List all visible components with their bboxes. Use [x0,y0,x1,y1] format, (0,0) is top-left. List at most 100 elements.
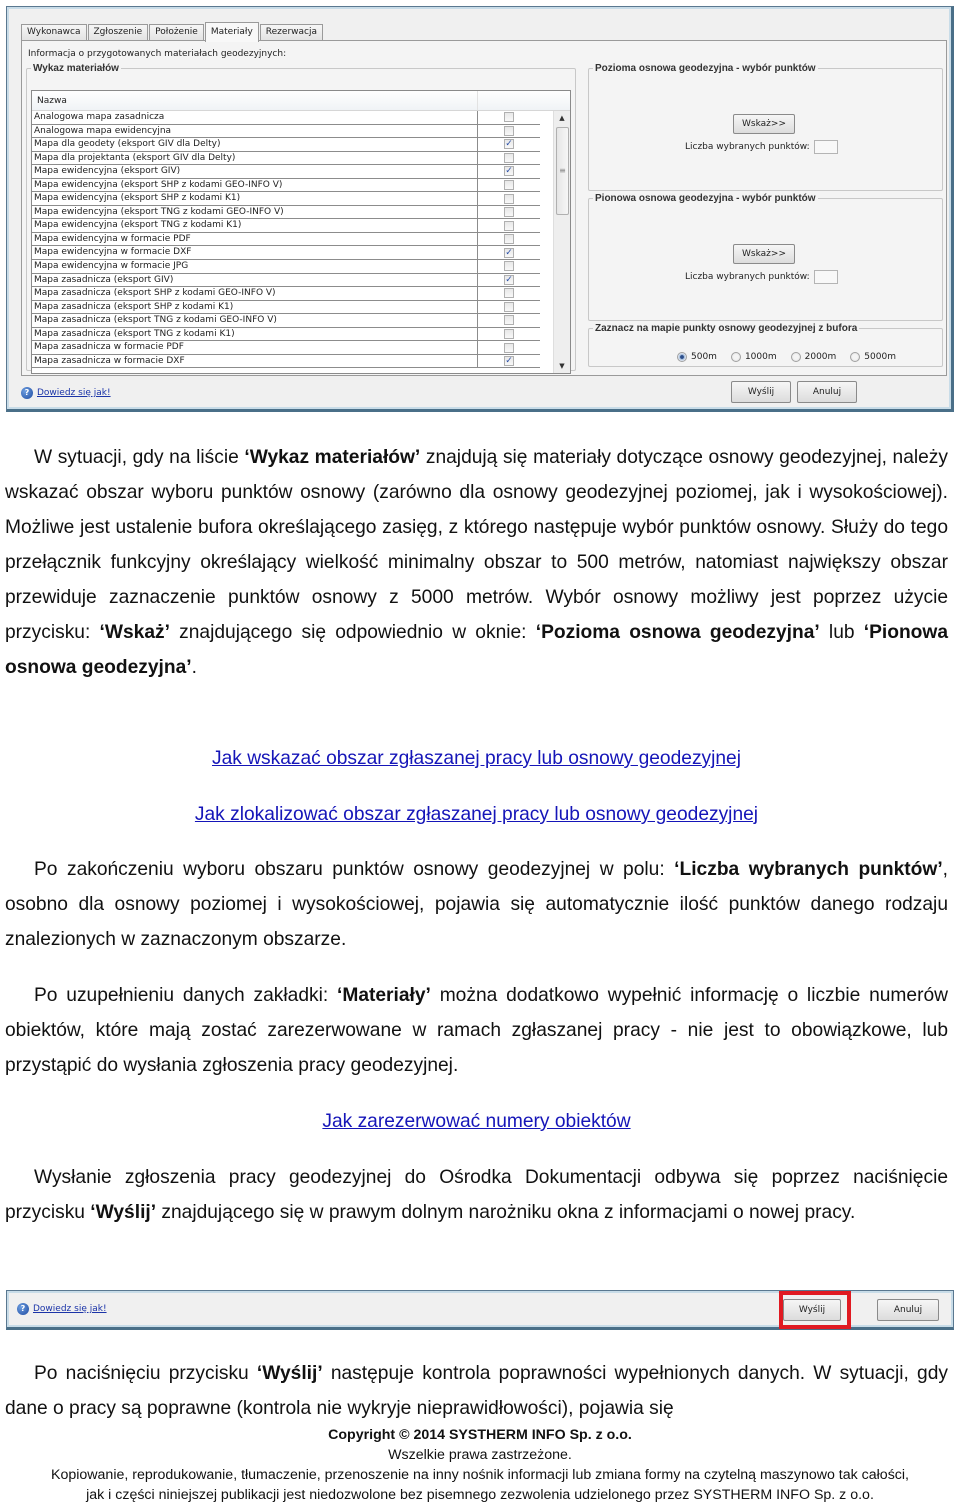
paragraph-validation: Po naciśnięciu przycisku ‘Wyślij’ następ… [5,1363,948,1419]
materials-group-title: Wykaz materiałów [33,63,119,74]
table-row[interactable]: Mapa ewidencyjna w formacie DXF ✓ [32,246,540,261]
bar-help-row: ? Dowiedz się jak! [17,1303,107,1315]
select-cell [478,152,540,165]
scroll-thumb[interactable]: ≡ [556,127,569,215]
checkbox-unchecked[interactable] [504,220,514,231]
table-row[interactable]: Mapa ewidencyjna (eksport GIV) ✓ [32,165,540,179]
table-row[interactable]: Analogowa mapa ewidencyjna [32,124,540,139]
checkbox-unchecked[interactable] [504,234,514,245]
table-row[interactable]: Mapa ewidencyjna (eksport SHP z kodami K… [32,192,540,206]
checkbox-checked[interactable]: ✓ [504,274,514,285]
checkbox-checked[interactable]: ✓ [504,356,514,367]
radio-label: 2000m [804,352,837,362]
table-row[interactable]: Mapa zasadnicza (eksport SHP z kodami GE… [32,287,540,301]
checkbox-unchecked[interactable] [504,125,514,136]
table-row[interactable]: Mapa zasadnicza (eksport TNG z kodami K1… [32,327,540,342]
radio-label: 5000m [864,352,896,362]
link-row-2: Jak zlokalizować obszar zgłaszanej pracy… [5,797,948,832]
table-row[interactable]: Mapa zasadnicza (eksport SHP z kodami K1… [32,300,540,315]
copyright: Copyright © 2014 SYSTHERM INFO Sp. z o.o… [328,1427,632,1443]
horizontal-group-title: Pozioma osnowa geodezyjna - wybór punktó… [595,63,816,74]
checkbox-unchecked[interactable] [504,288,514,299]
checkbox-checked[interactable]: ✓ [504,247,514,258]
tab-zgloszenie[interactable]: Zgłoszenie [87,24,149,41]
checkbox-unchecked[interactable] [504,207,514,218]
link-locate-area[interactable]: Jak zlokalizować obszar zgłaszanej pracy… [195,804,758,825]
dialog-footer-bar: ? Dowiedz się jak! Wyślij Anuluj [6,1290,954,1330]
term-materialy: ‘Materiały’ [337,985,431,1006]
select-cell: ✓ [478,274,540,287]
materials-group: Wykaz materiałów Nazwa Analogowa mapa za… [26,63,576,374]
buffer-radio-500m[interactable]: 500m [677,352,717,362]
tab-rezerwacja[interactable]: Rezerwacja [259,24,323,41]
horizontal-count-field[interactable] [813,140,838,154]
table-row[interactable]: Mapa dla projektanta (eksport GIV dla De… [32,151,540,166]
vertical-count-field[interactable] [813,270,838,284]
table-row[interactable]: Mapa zasadnicza (eksport GIV) ✓ [32,273,540,288]
horizontal-point-button[interactable]: Wskaż>> [733,114,795,134]
tab-wykonawca[interactable]: Wykonawca [21,24,87,41]
table-scrollbar[interactable]: ▲ ≡ ▼ [553,111,570,373]
buffer-radio-2000m[interactable]: 2000m [790,352,837,362]
select-cell [478,233,540,246]
checkbox-unchecked[interactable] [504,315,514,326]
checkbox-checked[interactable]: ✓ [504,166,514,177]
table-row[interactable]: Mapa ewidencyjna (eksport TNG z kodami G… [32,205,540,220]
link-indicate-area[interactable]: Jak wskazać obszar zgłaszanej pracy lub … [212,748,741,769]
cancel-button[interactable]: Anuluj [797,381,857,403]
scroll-up-arrow-icon[interactable]: ▲ [554,111,570,125]
checkbox-unchecked[interactable] [504,193,514,204]
select-cell [478,125,540,138]
radio-label: 500m [691,352,717,362]
send-button[interactable]: Wyślij [731,381,791,403]
term-liczba-punktow: ‘Liczba wybranych punktów’ [674,859,943,880]
vertical-group-title: Pionowa osnowa geodezyjna - wybór punktó… [595,193,816,204]
paragraph-materials-list: W sytuacji, gdy na liście ‘Wykaz materia… [5,447,948,678]
buffer-radio-1000m[interactable]: 1000m [730,352,777,362]
copy-notice-line-1: Kopiowanie, reprodukowanie, tłumaczenie,… [51,1467,909,1483]
checkbox-unchecked[interactable] [504,180,514,190]
table-row[interactable]: Mapa zasadnicza w formacie DXF ✓ [32,354,540,369]
link-reserve-numbers[interactable]: Jak zarezerwować numery obiektów [322,1111,630,1132]
table-row[interactable]: Mapa zasadnicza (eksport TNG z kodami GE… [32,314,540,328]
buffer-group-title: Zaznacz na mapie punkty osnowy geodezyjn… [595,323,858,334]
tab-materialy[interactable]: Materiały [204,22,259,42]
help-link[interactable]: Dowiedz się jak! [37,388,111,398]
radio-selected-icon[interactable] [677,352,687,362]
table-row[interactable]: Mapa zasadnicza w formacie PDF [32,341,540,355]
table-row[interactable]: Mapa dla geodety (eksport GIV dla Delty)… [32,138,540,152]
radio-unselected-icon[interactable] [730,352,741,362]
term-wyslij-2: ‘Wyślij’ [256,1363,323,1384]
table-row[interactable]: Mapa ewidencyjna w formacie PDF [32,232,540,247]
checkbox-unchecked[interactable] [504,342,514,353]
table-row[interactable]: Mapa ewidencyjna (eksport TNG z kodami K… [32,219,540,233]
bar-cancel-button[interactable]: Anuluj [877,1299,939,1321]
checkbox-unchecked[interactable] [504,112,514,123]
select-cell [478,260,540,273]
select-cell: ✓ [478,246,540,259]
checkbox-unchecked[interactable] [504,329,514,340]
checkbox-unchecked[interactable] [504,301,514,312]
radio-unselected-icon[interactable] [790,352,801,362]
table-row[interactable]: Analogowa mapa zasadnicza [32,111,540,125]
vertical-point-button[interactable]: Wskaż>> [733,244,795,264]
select-cell [478,179,540,192]
table-row[interactable]: Mapa ewidencyjna w formacie JPG [32,260,540,274]
table-row[interactable]: Mapa ewidencyjna (eksport SHP z kodami G… [32,178,540,193]
material-name: Mapa ewidencyjna (eksport TNG z kodami G… [32,205,478,219]
scroll-down-arrow-icon[interactable]: ▼ [554,359,570,373]
bar-help-link[interactable]: Dowiedz się jak! [33,1304,107,1314]
checkbox-unchecked[interactable] [504,261,514,272]
column-header-name[interactable]: Nazwa [32,91,478,110]
checkbox-checked[interactable]: ✓ [504,139,514,150]
send-button-highlight [779,1291,851,1329]
copy-notice-line-2: jak i części niniejszej publikacji jest … [86,1487,874,1503]
select-cell: ✓ [478,138,540,151]
table-body: Analogowa mapa zasadnicza Analogowa mapa … [32,111,540,369]
tab-polozenie[interactable]: Położenie [149,24,204,41]
checkbox-unchecked[interactable] [504,152,514,163]
column-header-select[interactable] [478,91,540,110]
select-cell [478,301,540,314]
buffer-radio-5000m[interactable]: 5000m [850,352,896,362]
radio-unselected-icon[interactable] [850,352,861,362]
